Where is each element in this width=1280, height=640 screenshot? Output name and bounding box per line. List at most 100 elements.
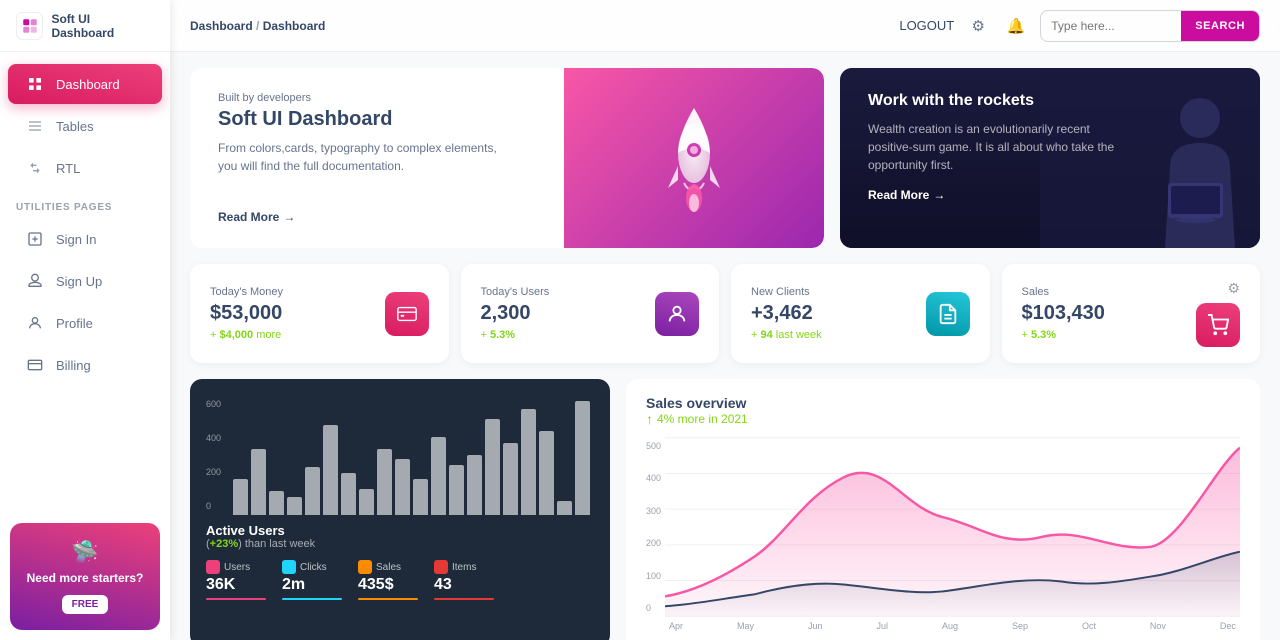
stat-sales-change: + 5.3% xyxy=(1022,329,1105,341)
bar-4 xyxy=(287,497,302,515)
stat-card-users: Today's Users 2,300 + 5.3% xyxy=(461,264,720,363)
sidebar-signup-label: Sign Up xyxy=(56,274,102,289)
sidebar-item-dashboard[interactable]: Dashboard xyxy=(8,64,162,104)
sidebar-item-rtl[interactable]: RTL xyxy=(8,148,162,188)
bar-7 xyxy=(341,473,356,515)
sidebar-rtl-label: RTL xyxy=(56,161,80,176)
bar-chart xyxy=(229,395,594,515)
stat-money-change: + $4,000 more xyxy=(210,329,283,341)
sidebar-profile-label: Profile xyxy=(56,316,93,331)
search-input[interactable] xyxy=(1041,19,1181,33)
settings-icon[interactable]: ⚙ xyxy=(964,12,992,40)
active-users-title: Active Users xyxy=(206,523,594,538)
hero-dark-read-more[interactable]: Read More → xyxy=(868,188,1232,202)
month-jul: Jul xyxy=(876,621,888,631)
brand-name: Soft UI Dashboard xyxy=(51,12,154,40)
promo-button[interactable]: FREE xyxy=(62,595,109,614)
sidebar-item-tables[interactable]: Tables xyxy=(8,106,162,146)
metric-clicks-value: 2m xyxy=(282,576,342,594)
stat-users-icon xyxy=(655,292,699,336)
metric-clicks: Clicks 2m xyxy=(282,560,342,600)
sales-chart-container: 500 400 300 200 100 0 xyxy=(646,437,1240,631)
y-label-400: 400 xyxy=(206,433,221,443)
stat-clients-value: +3,462 xyxy=(751,302,822,325)
sales-y-200: 200 xyxy=(646,538,661,548)
promo-icon: 🛸 xyxy=(22,539,148,565)
metric-users-value: 36K xyxy=(206,576,266,594)
stat-sales-label: Sales xyxy=(1022,286,1105,298)
month-aug: Aug xyxy=(942,621,958,631)
metric-items: Items 43 xyxy=(434,560,494,600)
utilities-section-label: UTILITIES PAGES xyxy=(0,190,170,217)
month-labels: Apr May Jun Jul Aug Sep Oct Nov Dec xyxy=(665,621,1240,631)
stat-sales-value: $103,430 xyxy=(1022,302,1105,325)
bar-13 xyxy=(449,465,464,515)
breadcrumb: Dashboard / Dashboard xyxy=(190,19,889,33)
bottom-row: 600 400 200 0 xyxy=(190,379,1260,640)
breadcrumb-root: Dashboard xyxy=(190,19,253,33)
metric-sales: Sales 435$ xyxy=(358,560,418,600)
month-dec: Dec xyxy=(1220,621,1236,631)
hero-rocket-image xyxy=(564,68,824,248)
main-content: Dashboard / Dashboard LOGOUT ⚙ 🔔 SEARCH … xyxy=(170,0,1280,640)
stat-card-money: Today's Money $53,000 + $4,000 more xyxy=(190,264,449,363)
brand: Soft UI Dashboard xyxy=(0,0,170,52)
bar-16 xyxy=(503,443,518,515)
sales-y-500: 500 xyxy=(646,441,661,451)
bar-17 xyxy=(521,409,536,515)
sidebar-item-profile[interactable]: Profile xyxy=(8,303,162,343)
metric-users-bar xyxy=(206,598,266,600)
stat-money-value: $53,000 xyxy=(210,302,283,325)
sales-chart-card: Sales overview ↑ 4% more in 2021 500 400… xyxy=(626,379,1260,640)
metric-users: Users 36K xyxy=(206,560,266,600)
brand-icon xyxy=(16,12,43,40)
billing-icon xyxy=(24,354,46,376)
stat-users-change: + 5.3% xyxy=(481,329,550,341)
bar-10 xyxy=(395,459,410,515)
sidebar-item-billing[interactable]: Billing xyxy=(8,345,162,385)
hero-dark-content: Work with the rockets Wealth creation is… xyxy=(868,92,1232,202)
stat-clients-change: + 94 last week xyxy=(751,329,822,341)
stat-clients-label: New Clients xyxy=(751,286,822,298)
logout-button[interactable]: LOGOUT xyxy=(899,18,954,33)
search-button[interactable]: SEARCH xyxy=(1181,10,1259,42)
stat-card-clients: New Clients +3,462 + 94 last week xyxy=(731,264,990,363)
stats-row: Today's Money $53,000 + $4,000 more Toda… xyxy=(190,264,1260,363)
sidebar-signin-label: Sign In xyxy=(56,232,96,247)
month-sep: Sep xyxy=(1012,621,1028,631)
sales-y-400: 400 xyxy=(646,473,661,483)
stat-card-sales: Sales $103,430 + 5.3% ⚙ xyxy=(1002,264,1261,363)
hero-dark-title: Work with the rockets xyxy=(868,92,1232,110)
month-oct: Oct xyxy=(1082,621,1096,631)
bar-9 xyxy=(377,449,392,515)
sales-subtitle: ↑ 4% more in 2021 xyxy=(646,411,1240,427)
topbar: Dashboard / Dashboard LOGOUT ⚙ 🔔 SEARCH xyxy=(170,0,1280,52)
notifications-icon[interactable]: 🔔 xyxy=(1002,12,1030,40)
bar-6 xyxy=(323,425,338,515)
bar-15 xyxy=(485,419,500,515)
metric-users-icon xyxy=(206,560,220,574)
y-label-0: 0 xyxy=(206,501,221,511)
signup-icon xyxy=(24,270,46,292)
bar-12 xyxy=(431,437,446,515)
tables-icon xyxy=(24,115,46,137)
active-users-footer: Active Users (+23%) than last week Users… xyxy=(206,523,594,600)
sidebar-billing-label: Billing xyxy=(56,358,91,373)
month-nov: Nov xyxy=(1150,621,1166,631)
sidebar-dashboard-label: Dashboard xyxy=(56,77,120,92)
bar-3 xyxy=(269,491,284,515)
bar-19 xyxy=(557,501,572,515)
stat-sales-settings-icon[interactable]: ⚙ xyxy=(1227,280,1240,297)
sidebar: Soft UI Dashboard Dashboard Tables RTL U… xyxy=(0,0,170,640)
bar-20 xyxy=(575,401,590,515)
sidebar-item-signup[interactable]: Sign Up xyxy=(8,261,162,301)
rtl-icon xyxy=(24,157,46,179)
bar-2 xyxy=(251,449,266,515)
metric-items-icon xyxy=(434,560,448,574)
month-may: May xyxy=(737,621,754,631)
bar-5 xyxy=(305,467,320,515)
sidebar-item-signin[interactable]: Sign In xyxy=(8,219,162,259)
sidebar-nav: Dashboard Tables RTL UTILITIES PAGES Sig… xyxy=(0,52,170,513)
dashboard-icon xyxy=(24,73,46,95)
metric-items-bar xyxy=(434,598,494,600)
